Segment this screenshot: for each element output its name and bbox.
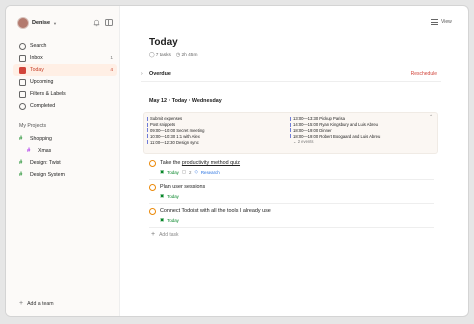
sidebar-toggle-icon[interactable] [105, 19, 113, 26]
calendar-event[interactable]: 10:00—10:30 1:1 with Alex [147, 133, 204, 139]
hash-icon: # [19, 136, 23, 142]
task-item[interactable]: Take the productivity method quiz ▣ Toda… [149, 160, 434, 182]
chevron-up-icon[interactable]: ⌃ [429, 114, 433, 120]
sidebar-item-count: 4 [110, 67, 113, 73]
sidebar-item-search[interactable]: Search [13, 40, 117, 52]
overdue-section-header[interactable]: › Overdue Reschedule [141, 66, 441, 82]
sidebar-item-today[interactable]: Today 4 [13, 64, 117, 76]
add-task-button[interactable]: + Add task [151, 231, 179, 238]
task-meta: ▣ Today [160, 217, 179, 223]
sidebar: Denise ▼ Search Inbox 1 Today 4 Upcoming… [6, 6, 120, 316]
comment-icon: ▢ [181, 169, 187, 174]
sidebar-item-upcoming[interactable]: Upcoming [13, 76, 117, 88]
due-date: Today [167, 169, 179, 175]
calendar-upcoming-icon [19, 78, 26, 86]
task-item[interactable]: Plan user sessions ▣ Today [149, 184, 434, 206]
project-item-shopping[interactable]: # Shopping [13, 133, 117, 145]
sidebar-item-filters-labels[interactable]: Filters & Labels [13, 88, 117, 100]
add-task-label: Add task [159, 231, 179, 238]
user-menu[interactable]: Denise ▼ [17, 17, 57, 29]
sidebar-item-label: Search [30, 43, 47, 49]
project-item-xmas[interactable]: # Xmas [13, 145, 117, 157]
sidebar-item-label: Today [30, 67, 44, 73]
task-count: ◯ 7 tasks [149, 53, 171, 58]
page-title: Today [149, 37, 178, 48]
task-title: Plan user sessions [160, 184, 206, 190]
app-window: Denise ▼ Search Inbox 1 Today 4 Upcoming… [5, 5, 469, 317]
due-date: Today [167, 217, 179, 223]
sidebar-item-completed[interactable]: Completed [13, 100, 117, 112]
task-label: Research [200, 169, 220, 175]
hash-icon: # [19, 172, 23, 178]
sidebar-item-count: 1 [110, 55, 113, 61]
more-events-link[interactable]: ⌄ 2 events [290, 139, 380, 144]
calendar-events-panel[interactable]: ⌃ Submit expenses Post snippets 09:00—10… [143, 112, 438, 154]
plus-icon: + [19, 300, 24, 307]
user-name: Denise [32, 20, 51, 26]
chevron-right-icon[interactable]: › [141, 71, 143, 77]
calendar-event[interactable]: 14:00—15:00 Ryan Kingsbury and Luis Abre… [290, 122, 380, 128]
calendar-today-icon [19, 66, 26, 74]
filters-icon [19, 90, 26, 98]
search-icon [19, 42, 26, 50]
project-label: Design: Twist [30, 160, 61, 166]
projects-heading[interactable]: My Projects [19, 123, 46, 129]
sidebar-item-inbox[interactable]: Inbox 1 [13, 52, 117, 64]
duration: ◷ 2h 45m [175, 53, 198, 58]
project-label: Design System [30, 172, 65, 178]
calendar-column-right: 13:00—13:30 Pickup Parisa 14:00—15:00 Ry… [290, 116, 380, 144]
calendar-icon: ▣ [160, 217, 165, 222]
task-checkbox[interactable] [149, 160, 156, 167]
task-item[interactable]: Connect Todoist with all the tools I alr… [149, 208, 434, 230]
date-heading: May 12 ‧ Today ‧ Wednesday [149, 98, 222, 104]
calendar-column-left: Submit expenses Post snippets 09:00—10:0… [147, 116, 204, 145]
calendar-icon: ▣ [160, 193, 165, 198]
main-content: Today ◯ 7 tasks ◷ 2h 45m › Overdue Resch… [141, 6, 441, 316]
project-label: Shopping [30, 136, 52, 142]
task-checkbox[interactable] [149, 184, 156, 191]
sidebar-item-label: Upcoming [30, 79, 54, 85]
avatar [17, 17, 29, 29]
sidebar-item-label: Inbox [30, 55, 43, 61]
sidebar-item-label: Completed [30, 103, 56, 109]
add-team-label: Add a team [27, 300, 54, 307]
plus-icon: + [151, 231, 156, 238]
task-title: Connect Todoist with all the tools I alr… [160, 208, 271, 214]
label-icon: ◇ [194, 169, 198, 174]
page-subtitle: ◯ 7 tasks ◷ 2h 45m [149, 53, 197, 58]
sidebar-nav: Search Inbox 1 Today 4 Upcoming Filters … [13, 40, 117, 112]
calendar-event[interactable]: 09:00—10:00 Secret meeting [147, 128, 204, 134]
overdue-label: Overdue [149, 71, 171, 77]
reschedule-button[interactable]: Reschedule [411, 71, 437, 77]
inbox-icon [19, 54, 26, 62]
hash-icon: # [19, 160, 23, 166]
project-label: Xmas [38, 148, 52, 154]
calendar-icon: ▣ [160, 169, 165, 174]
due-date: Today [167, 193, 179, 199]
task-checkbox[interactable] [149, 208, 156, 215]
task-meta: ▣ Today ▢ 2 ◇ Research [160, 169, 220, 175]
check-circle-icon [19, 102, 26, 110]
comment-count: 2 [189, 169, 192, 175]
bell-icon[interactable] [93, 19, 100, 27]
project-item-design-twist[interactable]: # Design: Twist [13, 157, 117, 169]
project-list: # Shopping # Xmas # Design: Twist # Desi… [13, 133, 117, 181]
task-title: Take the productivity method quiz [160, 160, 241, 166]
divider [149, 227, 434, 228]
chevron-down-icon: ▼ [53, 20, 58, 26]
view-label: View [441, 19, 452, 25]
divider [149, 179, 434, 180]
task-link[interactable]: productivity method quiz [182, 160, 240, 166]
divider [149, 203, 434, 204]
add-team-button[interactable]: + Add a team [19, 300, 54, 307]
task-meta: ▣ Today [160, 193, 179, 199]
calendar-event[interactable]: 11:00—12:30 Design sync [147, 139, 204, 145]
sidebar-item-label: Filters & Labels [30, 91, 66, 97]
hash-icon: # [27, 148, 31, 154]
project-item-design-system[interactable]: # Design System [13, 169, 117, 181]
